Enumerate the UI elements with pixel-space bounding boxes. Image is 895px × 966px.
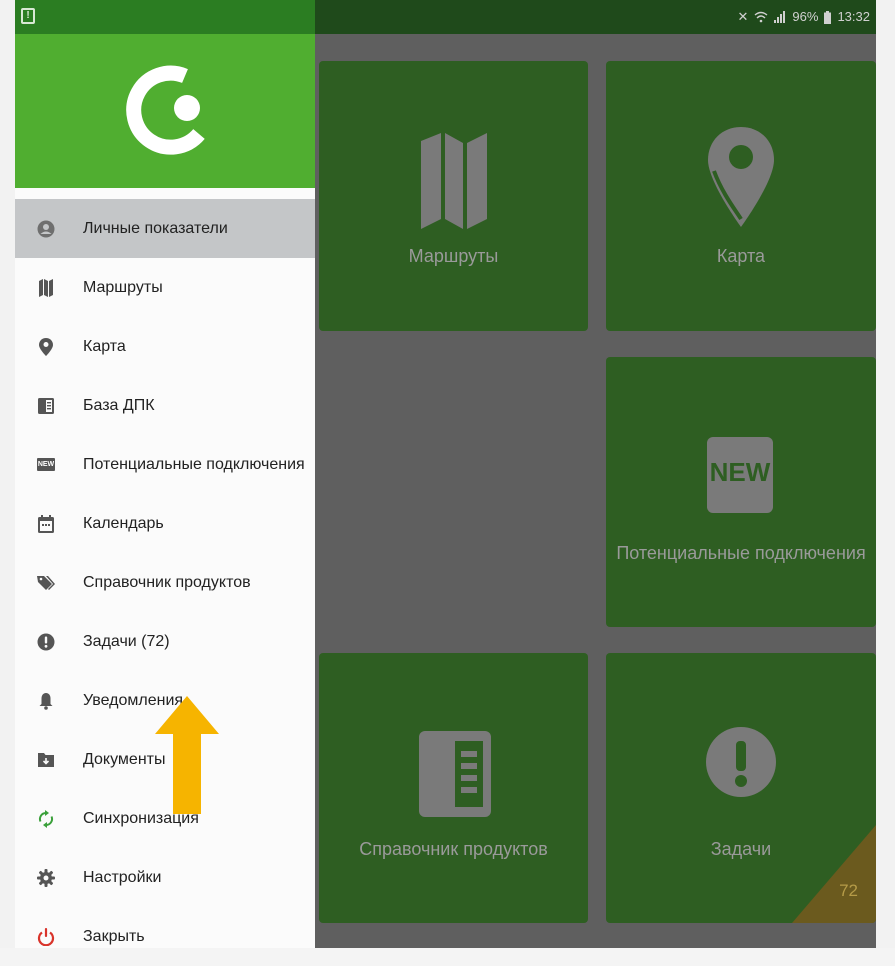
location-pin-icon bbox=[708, 127, 774, 227]
map-icon bbox=[421, 133, 487, 229]
person-icon bbox=[37, 220, 55, 238]
drawer-item-map[interactable]: Карта bbox=[15, 317, 315, 376]
drawer-item-potential-connections[interactable]: NEW Потенциальные подключения bbox=[15, 435, 315, 494]
drawer-item-label: Маршруты bbox=[83, 278, 163, 296]
tile-label: Потенциальные подключения bbox=[616, 543, 866, 563]
folder-download-icon bbox=[37, 751, 55, 769]
tile-tasks[interactable]: Задачи 72 bbox=[606, 653, 876, 923]
tile-label: Маршруты bbox=[408, 246, 499, 266]
tasks-badge-count: 72 bbox=[839, 881, 858, 900]
drawer-item-label: Календарь bbox=[83, 514, 164, 532]
battery-icon bbox=[824, 10, 832, 24]
dashboard-scrim[interactable]: Маршруты Карта NEW Потенциальные подключ… bbox=[315, 34, 876, 948]
new-badge-text: NEW bbox=[709, 457, 771, 487]
book-icon bbox=[419, 731, 491, 817]
tile-map[interactable]: Карта bbox=[606, 61, 876, 331]
tags-icon bbox=[37, 574, 55, 592]
annotation-arrow-icon bbox=[155, 696, 219, 814]
new-badge-icon: NEW bbox=[37, 456, 55, 474]
drawer-item-routes[interactable]: Маршруты bbox=[15, 258, 315, 317]
location-pin-icon bbox=[37, 337, 55, 356]
drawer-item-tasks[interactable]: Задачи (72) bbox=[15, 612, 315, 671]
map-icon bbox=[37, 278, 55, 297]
wifi-icon bbox=[754, 11, 768, 23]
drawer-menu: Личные показатели Маршруты Карта База ДП… bbox=[15, 199, 315, 966]
drawer-item-label: База ДПК bbox=[83, 396, 155, 414]
drawer-item-label: Личные показатели bbox=[83, 219, 228, 237]
status-indicators: ✕ 96% 13:32 bbox=[738, 0, 870, 34]
new-badge-text: NEW bbox=[37, 458, 55, 471]
tile-routes[interactable]: Маршруты bbox=[319, 61, 588, 331]
signal-icon bbox=[774, 11, 786, 23]
battery-percent: 96% bbox=[792, 9, 819, 24]
calendar-icon bbox=[37, 514, 55, 533]
app-logo bbox=[126, 65, 205, 155]
drawer-item-settings[interactable]: Настройки bbox=[15, 848, 315, 907]
drawer-item-label: Справочник продуктов bbox=[83, 573, 251, 591]
drawer-item-label: Карта bbox=[83, 337, 126, 355]
sync-icon bbox=[37, 809, 55, 828]
drawer-item-label: Документы bbox=[83, 750, 166, 768]
tasks-badge-corner bbox=[792, 825, 876, 923]
power-icon bbox=[37, 927, 55, 946]
drawer-item-exit[interactable]: Закрыть bbox=[15, 907, 315, 966]
mute-icon: ✕ bbox=[737, 9, 749, 24]
left-frame bbox=[0, 0, 15, 948]
book-icon bbox=[37, 397, 55, 415]
drawer-item-dpk-base[interactable]: База ДПК bbox=[15, 376, 315, 435]
drawer-item-product-catalog[interactable]: Справочник продуктов bbox=[15, 553, 315, 612]
right-frame bbox=[876, 0, 895, 948]
tile-label: Карта bbox=[716, 246, 766, 266]
drawer-item-label: Задачи (72) bbox=[83, 632, 170, 650]
drawer-item-label: Потенциальные подключения bbox=[83, 455, 305, 473]
drawer-header bbox=[15, 34, 315, 188]
alert-circle-icon bbox=[37, 633, 55, 651]
tile-potential-connections[interactable]: NEW Потенциальные подключения bbox=[606, 357, 876, 627]
tile-label: Справочник продуктов bbox=[359, 839, 548, 859]
gear-icon bbox=[37, 868, 55, 887]
tile-product-catalog[interactable]: Справочник продуктов bbox=[319, 653, 588, 923]
drawer-item-label: Настройки bbox=[83, 868, 162, 886]
bell-icon bbox=[37, 692, 55, 710]
new-badge-icon: NEW bbox=[707, 437, 773, 513]
drawer-item-personal-stats[interactable]: Личные показатели bbox=[15, 199, 315, 258]
alert-circle-icon bbox=[706, 727, 776, 797]
notification-icon: ! bbox=[21, 8, 35, 24]
status-bar: ! ✕ 96% 13:32 bbox=[15, 0, 876, 34]
drawer-item-calendar[interactable]: Календарь bbox=[15, 494, 315, 553]
clock: 13:32 bbox=[837, 9, 870, 24]
drawer-item-label: Закрыть bbox=[83, 927, 145, 945]
